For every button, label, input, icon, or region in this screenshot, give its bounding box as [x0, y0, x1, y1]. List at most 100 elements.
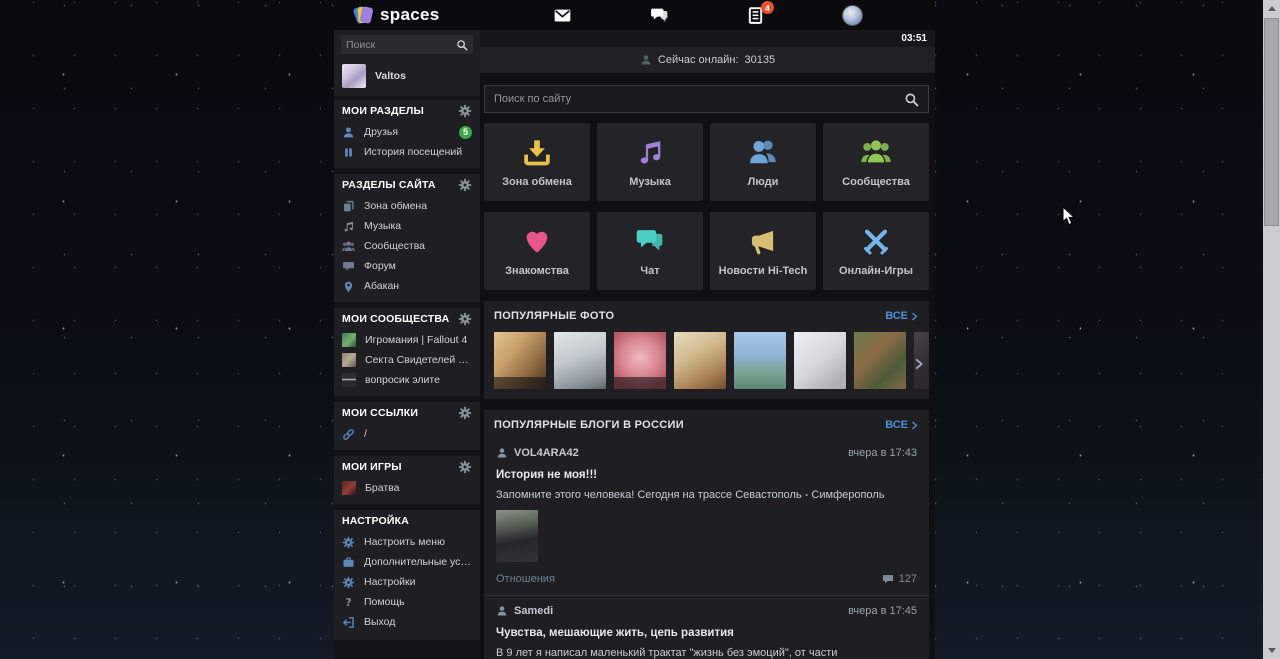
chat-bubbles-icon	[635, 226, 665, 256]
main-content: 03:51 Сейчас онлайн: 30135 Зо	[480, 30, 935, 659]
scrollbar-thumb[interactable]	[1264, 18, 1279, 226]
section-header: ПОПУЛЯРНЫЕ ФОТО ВСЕ	[484, 301, 929, 329]
sidebar-item-logout[interactable]: Выход	[334, 612, 480, 632]
profile-avatar[interactable]	[842, 4, 864, 26]
tile-music[interactable]: Музыка	[597, 123, 703, 201]
sidebar-item-communities[interactable]: Сообщества	[334, 236, 480, 256]
gear-icon[interactable]	[458, 104, 472, 118]
gear-icon[interactable]	[458, 178, 472, 192]
group-header: МОИ ССЫЛКИ	[334, 402, 480, 424]
sidebar-search-input[interactable]	[346, 38, 456, 51]
gear-icon	[342, 536, 355, 549]
sidebar-item-community-voprosik[interactable]: вопросик элите	[334, 370, 480, 390]
item-label: вопросик элите	[365, 374, 440, 386]
sidebar-item-exchange-zone[interactable]: Зона обмена	[334, 196, 480, 216]
post-category-link[interactable]: Отношения	[496, 573, 555, 585]
gear-icon	[342, 576, 355, 589]
sidebar-search-box[interactable]	[341, 35, 473, 54]
community-thumbnail	[342, 373, 356, 387]
post-comments[interactable]: 127	[882, 573, 917, 585]
scrollbar-up-arrow[interactable]	[1263, 0, 1280, 17]
sidebar-item-settings[interactable]: Настройки	[334, 572, 480, 592]
spaces-logo-icon	[352, 5, 374, 25]
sidebar-item-community-sekta[interactable]: Секта Свидетелей Сракес...	[334, 350, 480, 370]
spaces-page: spaces 4 Поиск Valtos МОИ РАЗДЕЛЫ Друзья…	[0, 0, 1280, 659]
sidebar-item-music[interactable]: Музыка	[334, 216, 480, 236]
photo-thumbnail[interactable]	[794, 332, 846, 389]
tile-exchange-zone[interactable]: Зона обмена	[484, 123, 590, 201]
notifications-icon[interactable]: 4	[745, 1, 774, 26]
photo-thumbnail[interactable]	[614, 332, 666, 389]
sidebar-group-settings: НАСТРОЙКА Настроить меню Дополнительные …	[334, 510, 480, 640]
post-text: В 9 лет я написал маленький трактат "жиз…	[496, 647, 838, 659]
site-search-input[interactable]	[494, 93, 896, 105]
sidebar-item-customize-menu[interactable]: Настроить меню	[334, 532, 480, 552]
site-search-bar[interactable]	[484, 85, 929, 113]
group-title: НАСТРОЙКА	[342, 515, 410, 527]
music-note-icon	[635, 137, 665, 167]
photo-thumbnail[interactable]	[554, 332, 606, 389]
post-text: Запомните этого человека! Сегодня на тра…	[496, 489, 885, 501]
tile-hitech-news[interactable]: Новости Hi-Tech	[710, 212, 816, 290]
megaphone-icon	[748, 226, 778, 256]
browser-scrollbar[interactable]	[1263, 0, 1280, 659]
group-title: МОИ СООБЩЕСТВА	[342, 313, 450, 325]
post-timestamp: вчера в 17:43	[848, 447, 917, 459]
tile-communities[interactable]: Сообщества	[823, 123, 929, 201]
tile-people[interactable]: Люди	[710, 123, 816, 201]
sidebar-search	[334, 30, 480, 58]
photo-thumbnail[interactable]	[494, 332, 546, 389]
photos-all-link[interactable]: ВСЕ	[885, 310, 919, 322]
download-icon	[522, 137, 552, 167]
post-title[interactable]: Чувства, мешающие жить, цепь развития	[496, 627, 917, 639]
comment-bubble-icon	[882, 573, 894, 585]
post-author[interactable]: VOL4ARA42	[496, 447, 579, 459]
post-image[interactable]	[496, 510, 538, 562]
briefcase-icon	[342, 556, 355, 569]
post-author[interactable]: Samedi	[496, 605, 553, 617]
gear-icon[interactable]	[458, 460, 472, 474]
sidebar-item-game-bratva[interactable]: Братва	[334, 478, 480, 498]
sidebar-item-forum[interactable]: Форум	[334, 256, 480, 276]
tile-chat[interactable]: Чат	[597, 212, 703, 290]
sidebar-item-abakan[interactable]: Абакан	[334, 276, 480, 296]
sidebar-item-help[interactable]: Помощь	[334, 592, 480, 612]
logout-icon	[342, 616, 355, 629]
sidebar-item-visit-history[interactable]: История посещений	[334, 142, 480, 162]
chat-icon[interactable]	[648, 4, 670, 26]
user-name: Valtos	[375, 70, 406, 82]
mouse-cursor	[1062, 206, 1076, 226]
sidebar-item-extra-services[interactable]: Дополнительные услуги	[334, 552, 480, 572]
search-icon[interactable]	[456, 39, 468, 51]
photo-thumbnail[interactable]	[734, 332, 786, 389]
item-label: Настроить меню	[364, 536, 445, 548]
section-title: ПОПУЛЯРНЫЕ ФОТО	[494, 310, 615, 322]
item-label: История посещений	[364, 146, 463, 158]
spaces-logo[interactable]: spaces	[334, 5, 480, 25]
blogs-all-link[interactable]: ВСЕ	[885, 419, 919, 431]
sidebar: Valtos МОИ РАЗДЕЛЫ Друзья 5	[334, 30, 480, 659]
sidebar-item-community-fallout[interactable]: Игромания | Fallout 4	[334, 330, 480, 350]
scrollbar-down-arrow[interactable]	[1263, 642, 1280, 659]
item-label: Помощь	[364, 596, 405, 608]
clock-time: 03:51	[901, 33, 927, 44]
photo-thumbnail[interactable]	[674, 332, 726, 389]
sidebar-item-link-root[interactable]: /	[334, 424, 480, 444]
gear-icon[interactable]	[458, 406, 472, 420]
sidebar-user-row[interactable]: Valtos	[334, 58, 480, 96]
mail-icon[interactable]	[551, 4, 573, 26]
photos-next-arrow[interactable]	[912, 355, 926, 373]
item-label: Дополнительные услуги	[364, 556, 472, 568]
group-icon	[342, 240, 355, 253]
gear-icon[interactable]	[458, 312, 472, 326]
item-label: /	[364, 428, 367, 440]
photo-thumbnail[interactable]	[854, 332, 906, 389]
app-body: Valtos МОИ РАЗДЕЛЫ Друзья 5	[334, 30, 935, 659]
search-icon[interactable]	[904, 92, 919, 107]
tile-online-games[interactable]: Онлайн-Игры	[823, 212, 929, 290]
online-counter-row[interactable]: Сейчас онлайн: 30135	[480, 47, 935, 73]
post-header: Samedi вчера в 17:45	[496, 605, 917, 617]
sidebar-item-friends[interactable]: Друзья 5	[334, 122, 480, 142]
post-title[interactable]: История не моя!!!	[496, 469, 917, 481]
tile-dating[interactable]: Знакомства	[484, 212, 590, 290]
